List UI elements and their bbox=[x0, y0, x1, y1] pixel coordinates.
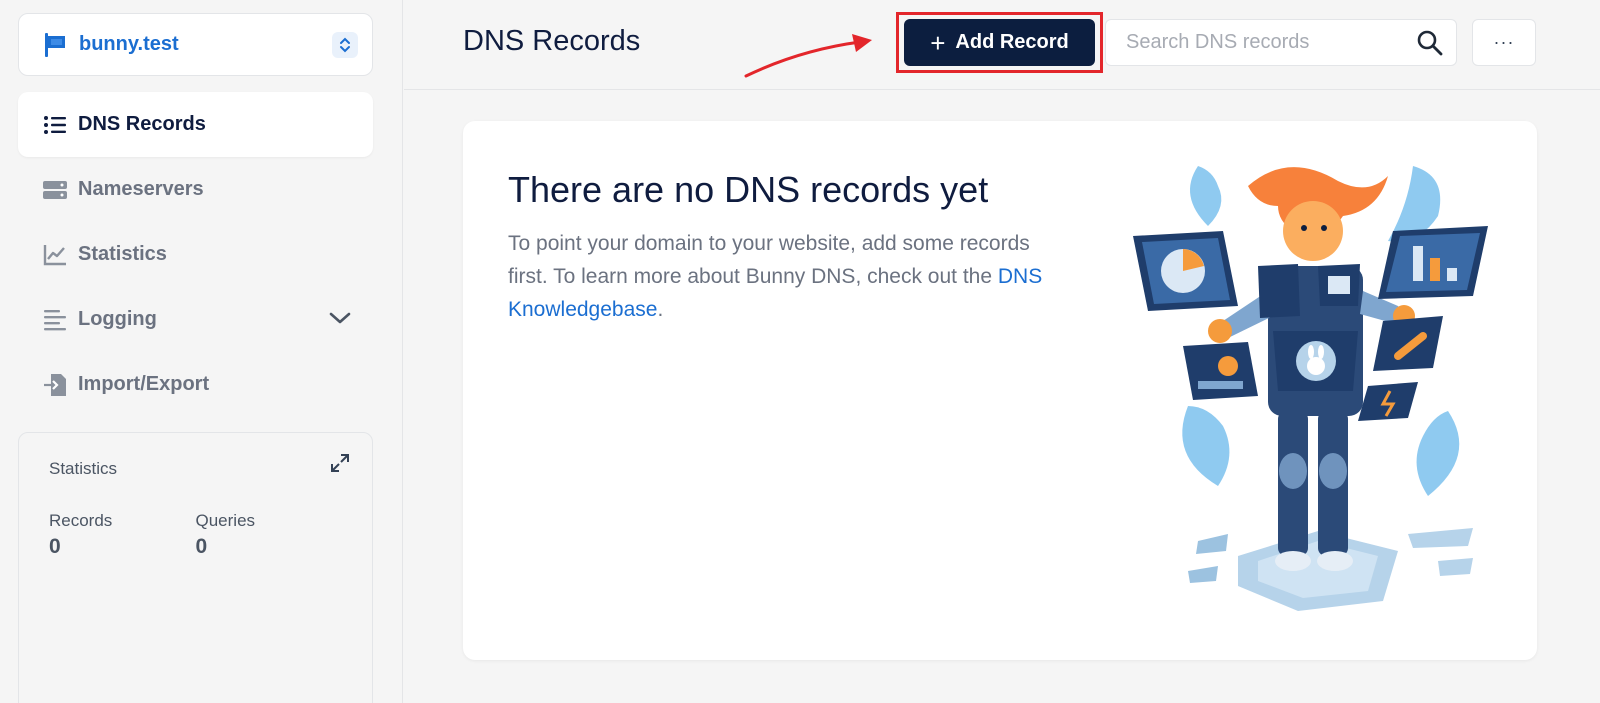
sidebar-item-label: Logging bbox=[78, 308, 157, 330]
ellipsis-icon: ··· bbox=[1493, 32, 1515, 52]
statistics-card: Statistics Records 0 Queries 0 bbox=[18, 432, 373, 703]
stat-queries: Queries 0 bbox=[196, 511, 343, 559]
zone-switcher[interactable]: bunny.test bbox=[18, 13, 373, 76]
sidebar: bunny.test DNS Records Nameservers Stati… bbox=[0, 0, 403, 703]
add-record-label: Add Record bbox=[955, 31, 1069, 53]
logging-icon bbox=[42, 307, 68, 333]
sidebar-item-dns-records[interactable]: DNS Records bbox=[18, 92, 373, 157]
sidebar-item-label: Nameservers bbox=[78, 178, 204, 200]
search-input[interactable] bbox=[1126, 31, 1406, 54]
stat-records-label: Records bbox=[49, 511, 113, 530]
server-icon bbox=[42, 177, 68, 203]
empty-state-text: To point your domain to your website, ad… bbox=[508, 232, 1030, 288]
stat-queries-value: 0 bbox=[195, 535, 208, 558]
chevron-down-icon[interactable] bbox=[329, 308, 351, 331]
sidebar-nav: DNS Records Nameservers Statistics Loggi… bbox=[18, 92, 373, 417]
add-record-button[interactable]: + Add Record bbox=[904, 19, 1095, 66]
search-box[interactable] bbox=[1105, 19, 1457, 66]
empty-state-card: There are no DNS records yet To point yo… bbox=[463, 121, 1537, 660]
statistics-title: Statistics bbox=[49, 459, 118, 478]
more-options-button[interactable]: ··· bbox=[1472, 19, 1536, 66]
zone-name: bunny.test bbox=[79, 33, 179, 55]
list-icon bbox=[42, 112, 68, 138]
stat-records-value: 0 bbox=[49, 535, 61, 558]
chevron-updown-icon bbox=[332, 31, 358, 58]
sidebar-item-logging[interactable]: Logging bbox=[18, 287, 373, 352]
sidebar-item-statistics[interactable]: Statistics bbox=[18, 222, 373, 287]
empty-state-title: There are no DNS records yet bbox=[508, 169, 989, 210]
empty-state-text-end: . bbox=[657, 298, 664, 321]
page-title: DNS Records bbox=[463, 25, 641, 57]
page-header: DNS Records + Add Record ··· bbox=[404, 0, 1600, 90]
plus-icon: + bbox=[930, 27, 946, 58]
sidebar-item-label: Statistics bbox=[78, 243, 167, 265]
file-import-icon bbox=[42, 372, 68, 398]
stat-queries-label: Queries bbox=[195, 511, 256, 530]
flag-icon bbox=[45, 32, 65, 57]
chart-line-icon bbox=[42, 242, 68, 268]
sidebar-item-label: DNS Records bbox=[78, 113, 206, 135]
sidebar-item-import-export[interactable]: Import/Export bbox=[18, 352, 373, 417]
sidebar-item-nameservers[interactable]: Nameservers bbox=[18, 157, 373, 222]
annotation-arrow bbox=[744, 34, 872, 78]
stat-records: Records 0 bbox=[49, 511, 196, 559]
empty-state-description: To point your domain to your website, ad… bbox=[508, 227, 1048, 326]
search-icon[interactable] bbox=[1416, 29, 1444, 62]
expand-icon[interactable] bbox=[330, 453, 350, 478]
bunny-illustration bbox=[1133, 166, 1488, 611]
sidebar-item-label: Import/Export bbox=[78, 373, 210, 395]
